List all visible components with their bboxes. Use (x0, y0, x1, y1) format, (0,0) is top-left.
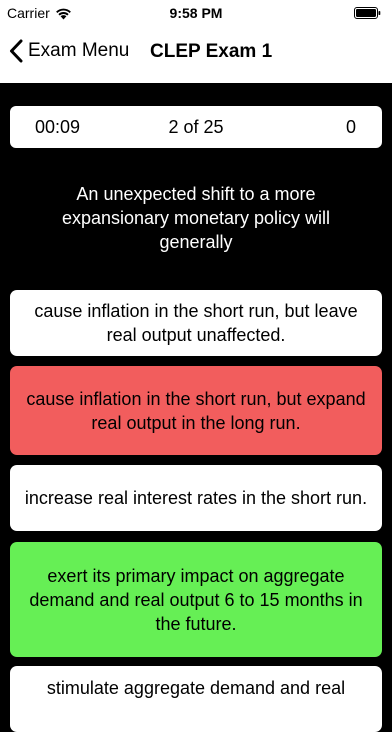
status-bar: Carrier 9:58 PM (0, 0, 392, 30)
answer-option-4[interactable]: exert its primary impact on aggregate de… (10, 542, 382, 657)
answer-option-3[interactable]: increase real interest rates in the shor… (10, 465, 382, 531)
status-time: 9:58 PM (169, 5, 223, 21)
chevron-left-icon (10, 39, 23, 63)
question-progress: 2 of 25 (168, 117, 224, 137)
answer-option-5[interactable]: stimulate aggregate demand and real (10, 666, 382, 732)
navigation-bar: Exam Menu CLEP Exam 1 (0, 30, 392, 74)
question-text: An unexpected shift to a more expansiona… (61, 184, 331, 252)
page-title: CLEP Exam 1 (150, 41, 273, 62)
top-bar-area: Carrier 9:58 PM Exam Menu CLEP Exam 1 (0, 0, 392, 83)
score: 0 (345, 117, 356, 137)
battery-icon (354, 7, 381, 19)
answer-option-2[interactable]: cause inflation in the short run, but ex… (10, 366, 382, 455)
back-button-label: Exam Menu (28, 40, 130, 61)
back-button[interactable]: Exam Menu (9, 39, 129, 63)
exam-status-card: 00:09 2 of 25 0 (10, 106, 382, 148)
answer-option-1[interactable]: cause inflation in the short run, but le… (10, 290, 382, 356)
